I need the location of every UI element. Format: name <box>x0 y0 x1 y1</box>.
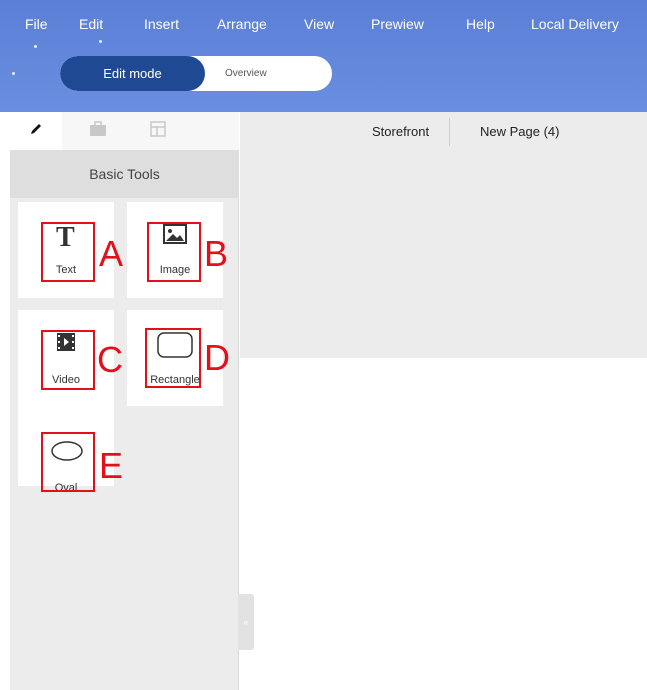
layout-icon <box>150 120 166 142</box>
decor-dot <box>34 45 37 48</box>
mode-toggle[interactable]: Edit mode Overview <box>60 56 332 91</box>
tab-tools[interactable] <box>10 112 62 150</box>
annotation-label-c: C <box>97 339 123 380</box>
canvas-area <box>240 112 647 358</box>
double-chevron-left-icon: « <box>243 617 249 627</box>
menu-arrange[interactable]: Arrange <box>217 16 267 32</box>
annotation-label-d: D <box>204 337 230 378</box>
panel-title: Basic Tools <box>10 150 239 198</box>
menu-local-delivery[interactable]: Local Delivery <box>531 16 619 32</box>
annotation-box-a <box>41 222 95 282</box>
annotation-box-d <box>145 328 201 388</box>
annotation-label-b: B <box>204 233 229 274</box>
annotation-label-a: A <box>99 233 124 274</box>
overview-button[interactable]: Overview <box>225 56 267 91</box>
menu-view[interactable]: View <box>304 16 334 32</box>
menu-bar: File Edit Insert Arrange View Prewiew He… <box>0 0 647 36</box>
menu-file[interactable]: File <box>25 16 48 32</box>
tools-panel: Basic Tools T Text Image Video Rectangle… <box>10 112 239 690</box>
panel-tabs <box>10 112 239 150</box>
menu-edit[interactable]: Edit <box>79 16 103 32</box>
tab-new-page[interactable]: New Page (4) <box>480 124 559 139</box>
menu-help[interactable]: Help <box>466 16 495 32</box>
top-header: File Edit Insert Arrange View Prewiew He… <box>0 0 647 112</box>
pencil-icon <box>28 121 44 142</box>
tab-divider <box>449 118 450 146</box>
annotation-box-c <box>41 330 95 390</box>
annotation-label-e: E <box>99 445 124 486</box>
decor-dot <box>12 72 15 75</box>
edit-mode-button[interactable]: Edit mode <box>60 56 205 91</box>
briefcase-icon <box>89 120 107 142</box>
tab-assets[interactable] <box>72 112 124 150</box>
collapse-panel-handle[interactable]: « <box>238 594 254 650</box>
decor-dot <box>99 40 102 43</box>
annotation-box-b <box>147 222 201 282</box>
annotation-box-e <box>41 432 95 492</box>
menu-preview[interactable]: Prewiew <box>371 16 424 32</box>
menu-insert[interactable]: Insert <box>144 16 179 32</box>
tab-storefront[interactable]: Storefront <box>372 124 429 139</box>
tab-layout[interactable] <box>132 112 184 150</box>
